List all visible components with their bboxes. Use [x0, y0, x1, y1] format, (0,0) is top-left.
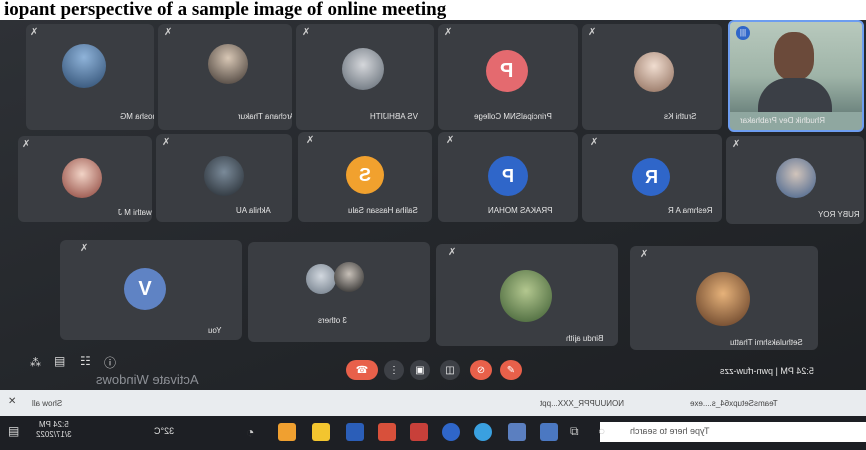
activate-windows-watermark: Activate Windows	[96, 372, 199, 387]
download-item[interactable]: TeamsSetupx64_s....exe	[690, 399, 778, 408]
task-view-icon[interactable]: ⧉	[570, 424, 579, 439]
mic-off-icon: ✗	[22, 139, 31, 150]
participant-tile[interactable]: ✗ Akhila AU	[156, 134, 292, 222]
captions-button[interactable]: ◫	[440, 360, 460, 380]
participant-avatar	[306, 264, 336, 294]
mic-off-icon: ✗	[30, 27, 39, 38]
people-icon[interactable]: ☷	[80, 354, 91, 368]
participant-tile[interactable]: ✗ Sethulakshmi Thattu	[630, 246, 818, 350]
participant-avatar	[342, 48, 384, 90]
page-caption: iopant perspective of a sample image of …	[0, 0, 866, 20]
participant-name: Swathi M J	[118, 208, 152, 217]
mic-off-icon: ✗	[640, 249, 649, 260]
info-icon[interactable]: ⓘ	[104, 354, 116, 371]
participant-avatar: P	[488, 156, 528, 196]
powerpoint-icon[interactable]	[378, 423, 396, 441]
more-options-button[interactable]: ⋮	[384, 360, 404, 380]
participant-name: You	[208, 326, 222, 335]
mic-off-icon: ✗	[306, 135, 315, 146]
participant-tile[interactable]: ✗ Bindu ajith	[436, 244, 618, 346]
participant-avatar: S	[346, 156, 384, 194]
participant-avatar: R	[632, 158, 670, 196]
participant-tile[interactable]: ✗ R Reshma A R	[582, 134, 722, 222]
participant-name: Bindu ajith	[566, 334, 604, 343]
participant-name: VS ABHIJITH	[370, 112, 419, 121]
mic-off-icon: ✗	[590, 137, 599, 148]
others-label: 3 others	[318, 316, 347, 325]
chrome-icon[interactable]	[278, 423, 296, 441]
participant-tile[interactable]: ✗ RUBY ROY	[726, 136, 864, 224]
system-clock[interactable]: 5:24 PM 3/17/2022	[36, 420, 72, 440]
participant-name: Rhudhik Dev Prabhakar	[740, 116, 825, 125]
mic-off-icon: ✗	[164, 27, 173, 38]
meeting-details: 5:24 PM | pwn-rfuw-zzs	[720, 366, 814, 376]
cortana-icon[interactable]: ○	[598, 424, 605, 438]
mail-icon[interactable]	[540, 423, 558, 441]
store-icon[interactable]	[508, 423, 526, 441]
leave-call-button[interactable]: ☎	[346, 360, 378, 380]
participant-name: Archana Thakur	[238, 112, 292, 121]
participant-avatar	[62, 158, 102, 198]
others-tile[interactable]: 3 others	[248, 242, 430, 342]
participant-name: RUBY ROY	[818, 210, 860, 219]
notification-icon[interactable]: ▤	[8, 424, 19, 438]
download-item[interactable]: NONUUPPR_XXX...ppt	[540, 399, 624, 408]
mic-off-icon: ✗	[448, 247, 457, 258]
participant-avatar	[334, 262, 364, 292]
participant-name: Saliha Hassan Salu	[348, 206, 418, 215]
edge-icon[interactable]	[474, 423, 492, 441]
participant-name: Sruthi Ks	[664, 112, 697, 121]
self-tile[interactable]: ✗ V You	[60, 240, 242, 340]
file-explorer-icon[interactable]	[312, 423, 330, 441]
mic-off-button[interactable]: ✎	[500, 360, 522, 380]
mic-off-icon: ✗	[732, 139, 741, 150]
participant-name: PRAKAS MOHAN	[488, 206, 553, 215]
participant-name: Ghosha MG	[120, 112, 154, 121]
participant-tile[interactable]: ✗ Archana Thakur	[158, 24, 292, 130]
participant-tile[interactable]: ✗ S Saliha Hassan Salu	[298, 132, 432, 222]
participant-tile[interactable]: ✗ P PrincipalSNM College	[438, 24, 578, 130]
mic-off-icon: ✗	[302, 27, 311, 38]
participant-avatar	[62, 44, 106, 88]
active-speaker-tile[interactable]: ||| Rhudhik Dev Prabhakar	[728, 20, 864, 132]
show-all-button[interactable]: Show all	[32, 399, 62, 408]
participant-avatar	[696, 272, 750, 326]
participant-avatar	[208, 44, 248, 84]
mic-off-icon: ✗	[446, 135, 455, 146]
taskbar-search-placeholder: Type here to search	[630, 426, 710, 436]
speaker-face	[774, 32, 814, 80]
participant-tile[interactable]: ✗ Swathi M J	[18, 136, 152, 222]
participant-name: PrincipalSNM College	[474, 112, 552, 121]
speaking-indicator-icon: |||	[736, 26, 750, 40]
participant-tile[interactable]: ✗ Ghosha MG	[26, 24, 154, 130]
mic-off-icon: ✗	[162, 137, 171, 148]
participant-name: Akhila AU	[236, 206, 271, 215]
participant-name: Sethulakshmi Thattu	[730, 338, 803, 347]
acrobat-icon[interactable]	[410, 423, 428, 441]
activities-icon[interactable]: ⁂	[30, 356, 41, 369]
participant-name: Reshma A R	[668, 206, 713, 215]
taskbar-app-icon[interactable]: ◔	[246, 424, 254, 440]
participant-avatar	[776, 158, 816, 198]
browser-icon[interactable]	[442, 423, 460, 441]
participant-tile[interactable]: ✗ VS ABHIJITH	[296, 24, 434, 130]
weather-temp[interactable]: 32°C	[154, 426, 174, 436]
mic-off-icon: ✗	[80, 243, 89, 254]
participant-avatar: P	[486, 50, 528, 92]
close-downloads-icon[interactable]: ✕	[8, 396, 16, 407]
mic-off-icon: ✗	[444, 27, 453, 38]
participant-avatar	[204, 156, 244, 196]
participant-avatar	[500, 270, 552, 322]
meet-screen: ✗ Ghosha MG ✗ Archana Thakur ✗ VS ABHIJI…	[0, 20, 866, 450]
camera-off-button[interactable]: ⊘	[470, 360, 492, 380]
mic-off-icon: ✗	[588, 27, 597, 38]
participant-tile[interactable]: ✗ P PRAKAS MOHAN	[438, 132, 578, 222]
present-button[interactable]: ▣	[410, 360, 430, 380]
self-avatar: V	[124, 268, 166, 310]
word-icon[interactable]	[346, 423, 364, 441]
chat-icon[interactable]: ▤	[54, 354, 65, 368]
participant-avatar	[634, 52, 674, 92]
participant-tile[interactable]: ✗ Sruthi Ks	[582, 24, 722, 130]
